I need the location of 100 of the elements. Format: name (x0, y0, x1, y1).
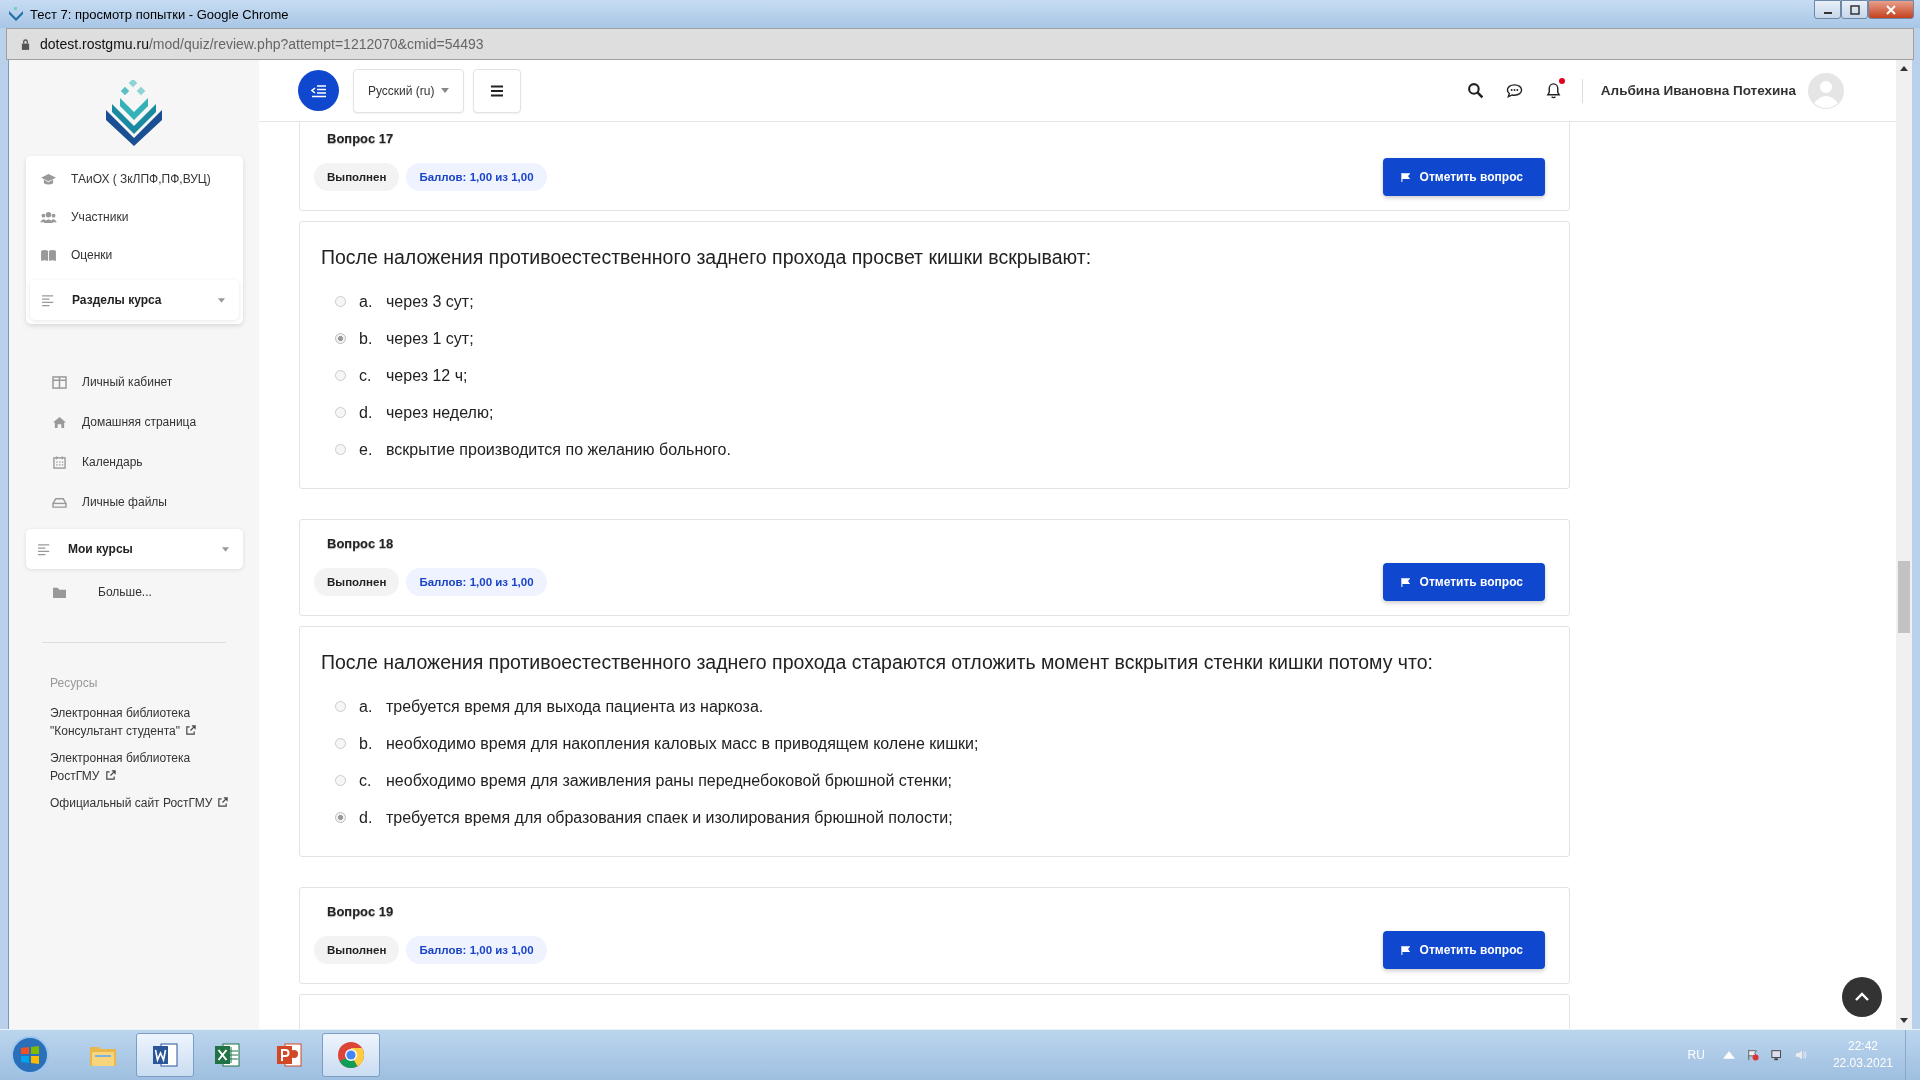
chrome-taskbar-icon[interactable] (322, 1033, 380, 1077)
question-title: Вопрос 19 (327, 904, 395, 919)
score-badge: Баллов: 1,00 из 1,00 (406, 163, 547, 191)
external-link-icon (104, 770, 116, 781)
flag-question-button[interactable]: Отметить вопрос (1382, 931, 1545, 969)
scrollbar-thumb[interactable] (1898, 561, 1910, 633)
calendar-icon (51, 455, 68, 469)
option-letter: c. (359, 771, 373, 790)
option-text: необходимо время для заживления раны переднебоковой брюшной стенки; (386, 771, 953, 790)
window-title: Тест 7: просмотр попытки - Google Chrome (30, 6, 289, 22)
close-button[interactable] (1868, 0, 1914, 19)
menu-button[interactable] (472, 68, 521, 113)
option-letter: a. (359, 697, 374, 716)
bell-icon[interactable] (1544, 82, 1562, 99)
external-link-icon (217, 797, 229, 808)
option-text: требуется время для образования спаек и изолирования брюшной полости; (386, 808, 953, 827)
user-name[interactable]: Альбина Ивановна Потехина (1600, 83, 1796, 98)
sidebar-item[interactable]: Участники (30, 198, 239, 236)
resources-heading: Ресурсы (50, 676, 99, 690)
graduation-cap-icon (40, 172, 57, 186)
drawer-toggle-button[interactable] (298, 70, 339, 111)
caret-icon (218, 297, 225, 303)
course-sections-dropdown[interactable]: Разделы курса (30, 280, 239, 320)
option-letter: b. (359, 734, 374, 753)
lock-icon (21, 38, 30, 50)
logo-icon (104, 80, 164, 146)
option-text: необходимо время для накопления каловых масс в приводящем колене кишки; (386, 734, 979, 753)
option-letter: e. (359, 440, 374, 459)
sidebar-item[interactable]: Календарь (9, 442, 259, 482)
scrollbar[interactable] (1896, 60, 1912, 1029)
option-text: через неделю; (386, 403, 494, 422)
option-text: через 1 сут; (386, 329, 474, 348)
option-text: через 12 ч; (386, 366, 468, 385)
network-icon[interactable] (1770, 1049, 1783, 1061)
option-letter: d. (359, 403, 374, 422)
radio-button[interactable] (335, 738, 346, 749)
radio-button[interactable] (335, 701, 346, 712)
radio-button[interactable] (335, 370, 346, 381)
flag-question-button[interactable]: Отметить вопрос (1382, 563, 1545, 601)
sidebar-item[interactable]: Личный кабинет (9, 362, 259, 402)
minimize-icon (1823, 11, 1832, 14)
minimize-button[interactable] (1814, 0, 1841, 19)
caret-icon (440, 88, 449, 93)
score-badge: Баллов: 1,00 из 1,00 (406, 568, 547, 596)
option-letter: d. (359, 808, 374, 827)
book-icon (40, 248, 57, 262)
option-text: вскрытие производится по желанию больного. (386, 440, 731, 459)
flag-icon (1400, 172, 1410, 182)
resource-link[interactable]: Официальный сайт РостГМУ (50, 794, 240, 812)
scroll-down-icon[interactable] (1900, 1018, 1908, 1023)
scroll-to-top-button[interactable] (1842, 977, 1882, 1017)
question-text: После наложения противоестественного заднего прохода просвет кишки вскрывают: (321, 246, 1093, 269)
folder-icon (51, 585, 68, 599)
menu-icon (489, 84, 504, 97)
radio-button[interactable] (335, 333, 346, 344)
question-text: После наложения противоестественного заднего прохода стараются отложить момент вскрытия стенки кишки потому что: (321, 651, 1434, 674)
drive-icon (51, 495, 68, 509)
dashboard-icon (51, 375, 68, 389)
home-icon (51, 415, 68, 429)
radio-button[interactable] (335, 444, 346, 455)
caret-icon (222, 546, 229, 552)
flag-icon[interactable] (1746, 1049, 1759, 1061)
option-text: через 3 сут; (386, 292, 474, 311)
score-badge: Баллов: 1,00 из 1,00 (406, 936, 547, 964)
my-courses-dropdown[interactable]: Мои курсы (26, 529, 243, 569)
sidebar-item[interactable]: ТАиОХ ( ЗкЛПФ,ПФ,ВУЦ) (30, 160, 239, 198)
word-taskbar-icon[interactable] (136, 1033, 194, 1077)
chat-icon[interactable] (1505, 82, 1523, 99)
radio-button[interactable] (335, 775, 346, 786)
resource-link[interactable]: Электронная библиотека "Консультант студента" (50, 704, 240, 740)
external-link-icon (184, 725, 196, 736)
search-icon[interactable] (1466, 82, 1484, 99)
resource-link[interactable]: Электронная библиотека РостГМУ (50, 749, 240, 785)
address-field[interactable]: dotest.rostgmu.ru/mod/quiz/review.php?attempt=1212070&cmid=54493 (40, 36, 484, 52)
sidebar-item[interactable]: Домашняя страница (9, 402, 259, 442)
maximize-button[interactable] (1841, 0, 1868, 19)
flag-icon (1400, 945, 1410, 955)
option-letter: a. (359, 292, 374, 311)
sidebar-item[interactable]: Личные файлы (9, 482, 259, 522)
flag-icon (1400, 577, 1410, 587)
status-badge: Выполнен (314, 936, 400, 964)
chevron-up-icon (1855, 992, 1869, 1002)
radio-button[interactable] (335, 407, 346, 418)
question-title: Вопрос 17 (327, 131, 395, 146)
status-badge: Выполнен (314, 568, 400, 596)
close-icon (1886, 4, 1896, 15)
question-title: Вопрос 18 (327, 536, 395, 551)
option-letter: b. (359, 329, 374, 348)
option-letter: c. (359, 366, 373, 385)
scroll-up-icon[interactable] (1900, 66, 1908, 71)
language-dropdown[interactable]: Русский (ru) (353, 68, 464, 113)
app-logo-icon (8, 6, 24, 22)
flag-question-button[interactable]: Отметить вопрос (1382, 158, 1545, 196)
radio-button[interactable] (335, 812, 346, 823)
users-icon (40, 210, 57, 224)
radio-button[interactable] (335, 296, 346, 307)
more-link[interactable]: Больше... (9, 572, 259, 612)
option-text: требуется время для выхода пациента из наркоза. (386, 697, 764, 716)
sidebar-item[interactable]: Оценки (30, 236, 239, 274)
list-indent-icon (310, 83, 327, 98)
